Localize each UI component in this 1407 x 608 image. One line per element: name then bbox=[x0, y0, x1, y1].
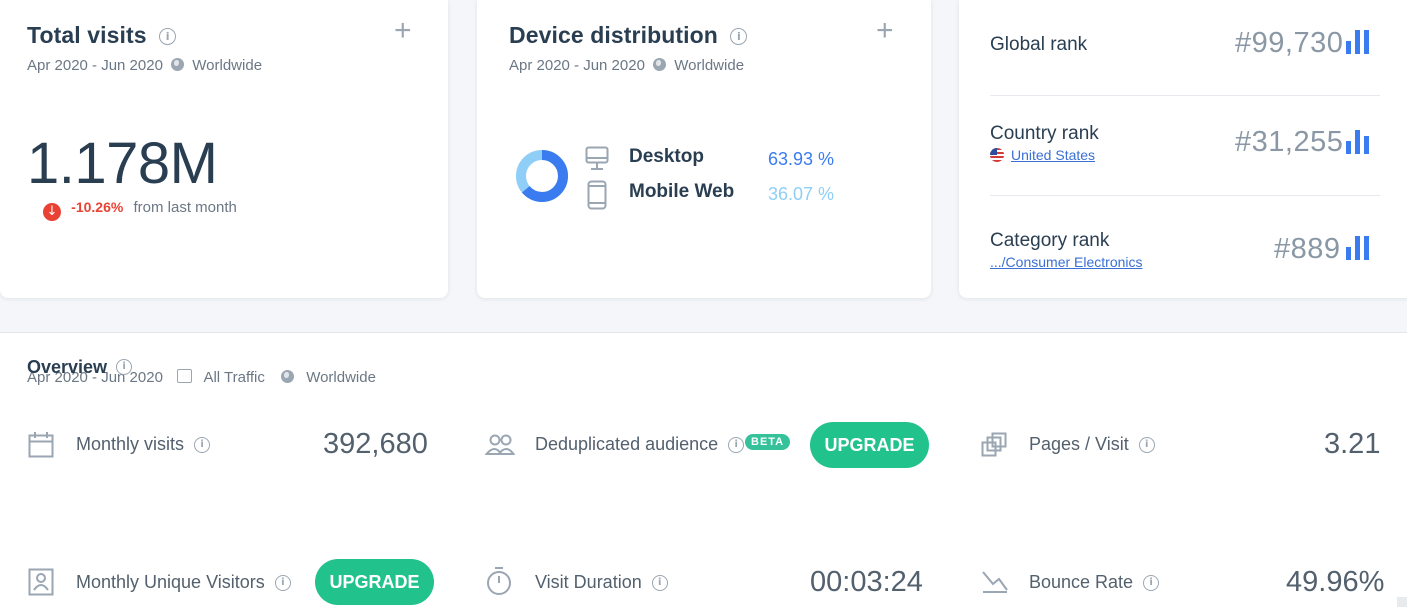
info-icon[interactable]: i bbox=[730, 28, 748, 46]
total-visits-subtitle: Apr 2020 - Jun 2020 Worldwide bbox=[27, 57, 263, 74]
mobile-percent: 36.07 % bbox=[768, 184, 835, 204]
rank-bars-icon[interactable] bbox=[1346, 30, 1378, 54]
change-percent: -10.26% bbox=[71, 199, 124, 215]
upgrade-button[interactable]: UPGRADE bbox=[315, 559, 434, 605]
category-rank-value: #889 bbox=[1274, 233, 1341, 265]
country-rank-link[interactable]: United States bbox=[990, 147, 1095, 163]
pages-visit-value: 3.21 bbox=[1324, 428, 1381, 460]
calendar-icon bbox=[28, 432, 54, 458]
category-rank-label: Category rank bbox=[990, 230, 1110, 251]
country-rank-value: #31,255 bbox=[1235, 126, 1344, 158]
info-icon[interactable]: i bbox=[651, 575, 668, 592]
audience-icon bbox=[485, 434, 515, 455]
rank-bars-icon[interactable] bbox=[1346, 236, 1378, 260]
bounce-rate-label: Bounce Rate i bbox=[1029, 572, 1160, 593]
desktop-icon bbox=[585, 146, 609, 170]
info-icon[interactable]: i bbox=[116, 359, 133, 375]
device-distribution-title: Device distribution i bbox=[509, 22, 748, 49]
traffic-icon bbox=[177, 369, 193, 383]
mobile-label: Mobile Web bbox=[629, 181, 735, 202]
upgrade-button[interactable]: UPGRADE bbox=[810, 422, 929, 468]
global-rank-label: Global rank bbox=[990, 34, 1088, 55]
arrow-down-icon: ↓ bbox=[43, 203, 61, 221]
visit-duration-label: Visit Duration i bbox=[535, 572, 668, 593]
overview-title: Overview i bbox=[27, 357, 133, 378]
visitor-icon bbox=[28, 568, 54, 596]
pages-icon bbox=[981, 432, 1007, 457]
country-rank-label: Country rank bbox=[990, 123, 1099, 144]
device-donut-chart bbox=[516, 150, 568, 202]
divider bbox=[990, 195, 1380, 196]
info-icon[interactable]: i bbox=[274, 575, 291, 592]
info-icon[interactable]: i bbox=[728, 437, 745, 454]
us-flag-icon bbox=[990, 148, 1004, 162]
divider bbox=[990, 95, 1380, 96]
info-icon[interactable]: i bbox=[159, 28, 177, 46]
global-rank-value: #99,730 bbox=[1235, 27, 1344, 59]
add-icon[interactable]: + bbox=[876, 16, 894, 46]
mobile-icon bbox=[587, 180, 607, 210]
globe-icon bbox=[653, 58, 667, 71]
category-rank-link[interactable]: .../Consumer Electronics bbox=[990, 254, 1143, 270]
unique-visitors-label: Monthly Unique Visitors i bbox=[76, 572, 291, 593]
beta-badge: BETA bbox=[745, 434, 791, 450]
bounce-icon bbox=[982, 571, 1008, 593]
total-visits-card: Total visits i + Apr 2020 - Jun 2020 Wor… bbox=[0, 0, 448, 298]
total-visits-value: 1.178M bbox=[27, 131, 218, 196]
add-icon[interactable]: + bbox=[394, 16, 412, 46]
monthly-visits-label: Monthly visits i bbox=[76, 434, 211, 455]
globe-icon bbox=[171, 58, 185, 71]
info-icon[interactable]: i bbox=[194, 437, 211, 454]
scrollbar-corner bbox=[1397, 597, 1407, 607]
info-icon[interactable]: i bbox=[1138, 437, 1155, 454]
visit-duration-value: 00:03:24 bbox=[810, 566, 923, 598]
visits-change: ↓ -10.26% from last month bbox=[43, 199, 237, 221]
stopwatch-icon bbox=[487, 567, 511, 595]
pages-visit-label: Pages / Visit i bbox=[1029, 434, 1155, 455]
desktop-percent: 63.93 % bbox=[768, 149, 835, 169]
dedup-audience-label: Deduplicated audience i bbox=[535, 434, 745, 455]
info-icon[interactable]: i bbox=[1143, 575, 1160, 592]
device-distribution-subtitle: Apr 2020 - Jun 2020 Worldwide bbox=[509, 57, 745, 74]
bounce-rate-value: 49.96% bbox=[1286, 566, 1385, 598]
monthly-visits-value: 392,680 bbox=[323, 428, 428, 460]
desktop-label: Desktop bbox=[629, 146, 704, 167]
total-visits-title: Total visits i bbox=[27, 22, 177, 49]
rank-bars-icon[interactable] bbox=[1346, 130, 1378, 154]
globe-icon bbox=[281, 370, 295, 383]
